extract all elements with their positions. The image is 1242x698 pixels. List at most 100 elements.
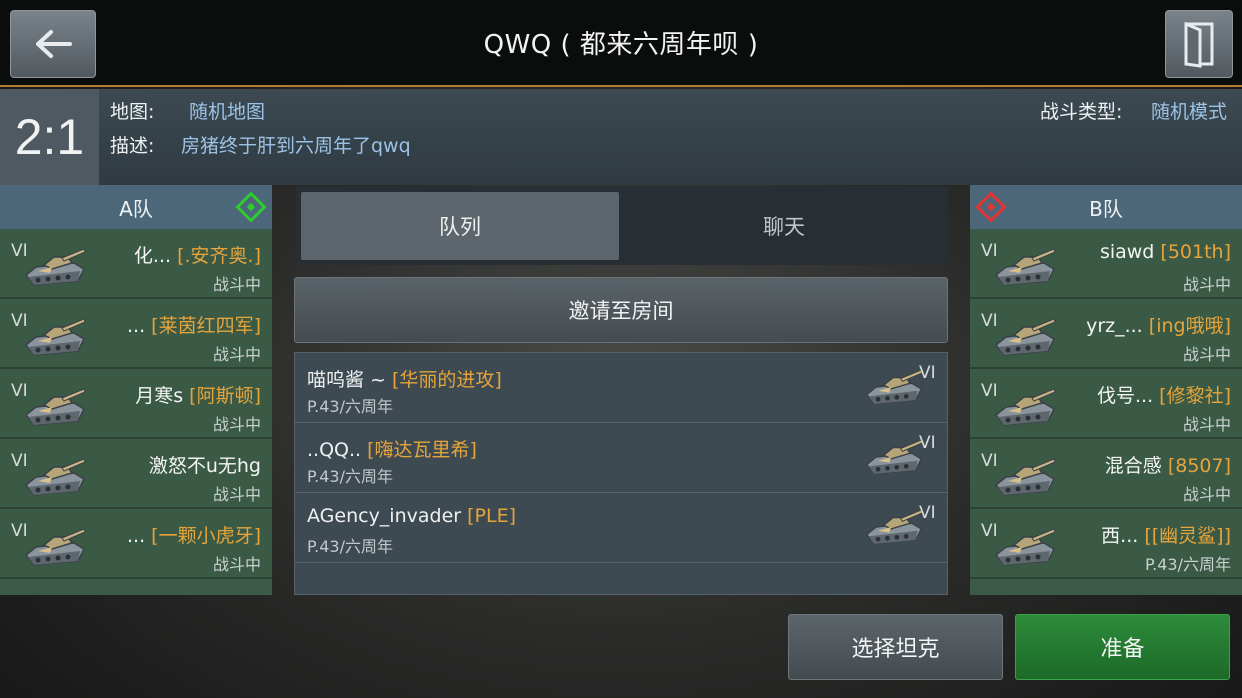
queue-player-row[interactable]: AGency_invader [PLE] P.43/六周年 VI [295, 493, 947, 563]
team-player-row[interactable]: VI ... [莱茵红四军] 战斗中 [0, 301, 272, 369]
queue-player-name: ..QQ.. [嗨达瓦里希] [307, 435, 477, 462]
queue-player-subtitle: P.43/六周年 [307, 537, 393, 556]
queue-player-clan: [华丽的进攻] [392, 369, 502, 391]
select-tank-button[interactable]: 选择坦克 [788, 614, 1003, 680]
player-name: ... [一颗小虎牙] [127, 521, 261, 548]
player-nickname: 化... [133, 245, 172, 267]
invite-to-room-button[interactable]: 邀请至房间 [294, 277, 948, 343]
player-name: 混合感 [8507] [1105, 451, 1231, 478]
queue-player-row[interactable]: 喵呜酱 ~ [华丽的进攻] P.43/六周年 VI [295, 353, 947, 423]
tank-icon [865, 509, 923, 545]
queue-player-row[interactable]: ..QQ.. [嗨达瓦里希] P.43/六周年 VI [295, 423, 947, 493]
tank-image [863, 435, 925, 479]
ready-button[interactable]: 准备 [1015, 614, 1230, 680]
tank-image [22, 525, 88, 569]
player-nickname: 伐号... [1097, 385, 1154, 407]
match-score: 2:1 [0, 89, 99, 185]
queue-player-name: AGency_invader [PLE] [307, 505, 516, 527]
tank-icon [24, 248, 86, 286]
door-exit-icon [1184, 21, 1214, 68]
queue-player-subtitle: P.43/六周年 [307, 467, 393, 486]
tank-icon [24, 458, 86, 496]
player-nickname: 混合感 [1104, 455, 1162, 477]
team-b-diamond-icon [975, 191, 1007, 223]
player-status: 战斗中 [1182, 275, 1231, 294]
description-value: 房猪终于肝到六周年了qwq [181, 135, 411, 157]
player-name: siawd [501th] [1100, 241, 1231, 263]
queue-player-subtitle: P.43/六周年 [307, 397, 393, 416]
player-name: 月寒s [阿斯顿] [135, 381, 261, 408]
battle-type-value: 随机模式 [1151, 101, 1228, 123]
tab-chat[interactable]: 聊天 [625, 192, 943, 260]
tank-icon [994, 528, 1056, 566]
team-player-row[interactable]: VI 伐号... [修黎社] 战斗中 [970, 371, 1242, 439]
back-button[interactable] [10, 10, 96, 78]
team-player-row[interactable]: VI 月寒s [阿斯顿] 战斗中 [0, 371, 272, 439]
battle-type-label: 战斗类型: [1040, 101, 1123, 123]
team-player-row[interactable]: VI siawd [501th] 战斗中 [970, 231, 1242, 299]
player-clan: [8507] [1167, 455, 1231, 477]
team-player-row[interactable]: VI ... [一颗小虎牙] 战斗中 [0, 511, 272, 579]
queue-player-nickname: 喵呜酱 ~ [307, 369, 386, 391]
tank-image [992, 525, 1058, 569]
map-value: 随机地图 [189, 101, 266, 123]
player-status: 战斗中 [212, 345, 261, 364]
arrow-left-icon [36, 30, 72, 58]
player-status: 战斗中 [212, 485, 261, 504]
queue-player-clan: [PLE] [467, 505, 516, 527]
tank-icon [865, 439, 923, 475]
queue-player-nickname: ..QQ.. [307, 439, 362, 461]
tank-icon [994, 318, 1056, 356]
team-b-panel: B队 VI siawd [501th] 战斗中 VI yrz_... [ing哦… [970, 185, 1242, 595]
player-name: 伐号... [修黎社] [1097, 381, 1231, 408]
tank-icon [24, 318, 86, 356]
player-name: 西... [[幽灵鲨]] [1101, 521, 1231, 548]
player-clan: [[幽灵鲨]] [1144, 525, 1231, 547]
player-nickname: 西... [1101, 525, 1139, 547]
player-clan: [501th] [1160, 241, 1231, 263]
player-status: 战斗中 [212, 415, 261, 434]
player-name: 激怒不u无hg [149, 451, 261, 478]
tab-bar: 队列 聊天 [296, 187, 948, 265]
player-status: 战斗中 [1182, 345, 1231, 364]
team-a-header: A队 [0, 185, 272, 229]
tank-image [863, 505, 925, 549]
tank-icon [24, 528, 86, 566]
team-a-name: A队 [119, 196, 153, 221]
player-clan: [ing哦哦] [1148, 315, 1231, 337]
team-player-row[interactable]: VI 化... [.安齐奥.] 战斗中 [0, 231, 272, 299]
queue-list: 喵呜酱 ~ [华丽的进攻] P.43/六周年 VI ..QQ.. [嗨达瓦里希]… [294, 352, 948, 595]
queue-player-name: 喵呜酱 ~ [华丽的进攻] [307, 365, 502, 392]
tank-icon [865, 369, 923, 405]
exit-room-button[interactable] [1165, 10, 1233, 78]
tank-image [992, 315, 1058, 359]
queue-player-clan: [嗨达瓦里希] [367, 439, 477, 461]
player-clan: [阿斯顿] [189, 385, 261, 407]
player-status: 战斗中 [1182, 485, 1231, 504]
tank-image [22, 455, 88, 499]
top-bar: QWQ ( 都来六周年呗 ) [0, 0, 1242, 87]
tank-image [992, 385, 1058, 429]
tank-tier: VI [919, 503, 936, 523]
tank-icon [994, 458, 1056, 496]
queue-player-nickname: AGency_invader [307, 505, 462, 527]
player-status: 战斗中 [212, 275, 261, 294]
team-b-header: B队 [970, 185, 1242, 229]
tank-image [992, 245, 1058, 289]
tank-icon [994, 248, 1056, 286]
team-player-row[interactable]: VI 西... [[幽灵鲨]] P.43/六周年 [970, 511, 1242, 579]
description-label: 描述: [110, 135, 155, 157]
team-player-row[interactable]: VI yrz_... [ing哦哦] 战斗中 [970, 301, 1242, 369]
player-nickname: ... [127, 525, 146, 547]
tank-image [22, 385, 88, 429]
player-nickname: 月寒s [135, 385, 184, 407]
player-clan: [修黎社] [1159, 385, 1231, 407]
tank-image [22, 315, 88, 359]
tank-icon [24, 388, 86, 426]
tab-queue[interactable]: 队列 [301, 192, 619, 260]
player-nickname: yrz_... [1086, 315, 1143, 337]
room-title: QWQ ( 都来六周年呗 ) [483, 30, 759, 60]
player-name: ... [莱茵红四军] [127, 311, 261, 338]
team-player-row[interactable]: VI 激怒不u无hg 战斗中 [0, 441, 272, 509]
team-player-row[interactable]: VI 混合感 [8507] 战斗中 [970, 441, 1242, 509]
